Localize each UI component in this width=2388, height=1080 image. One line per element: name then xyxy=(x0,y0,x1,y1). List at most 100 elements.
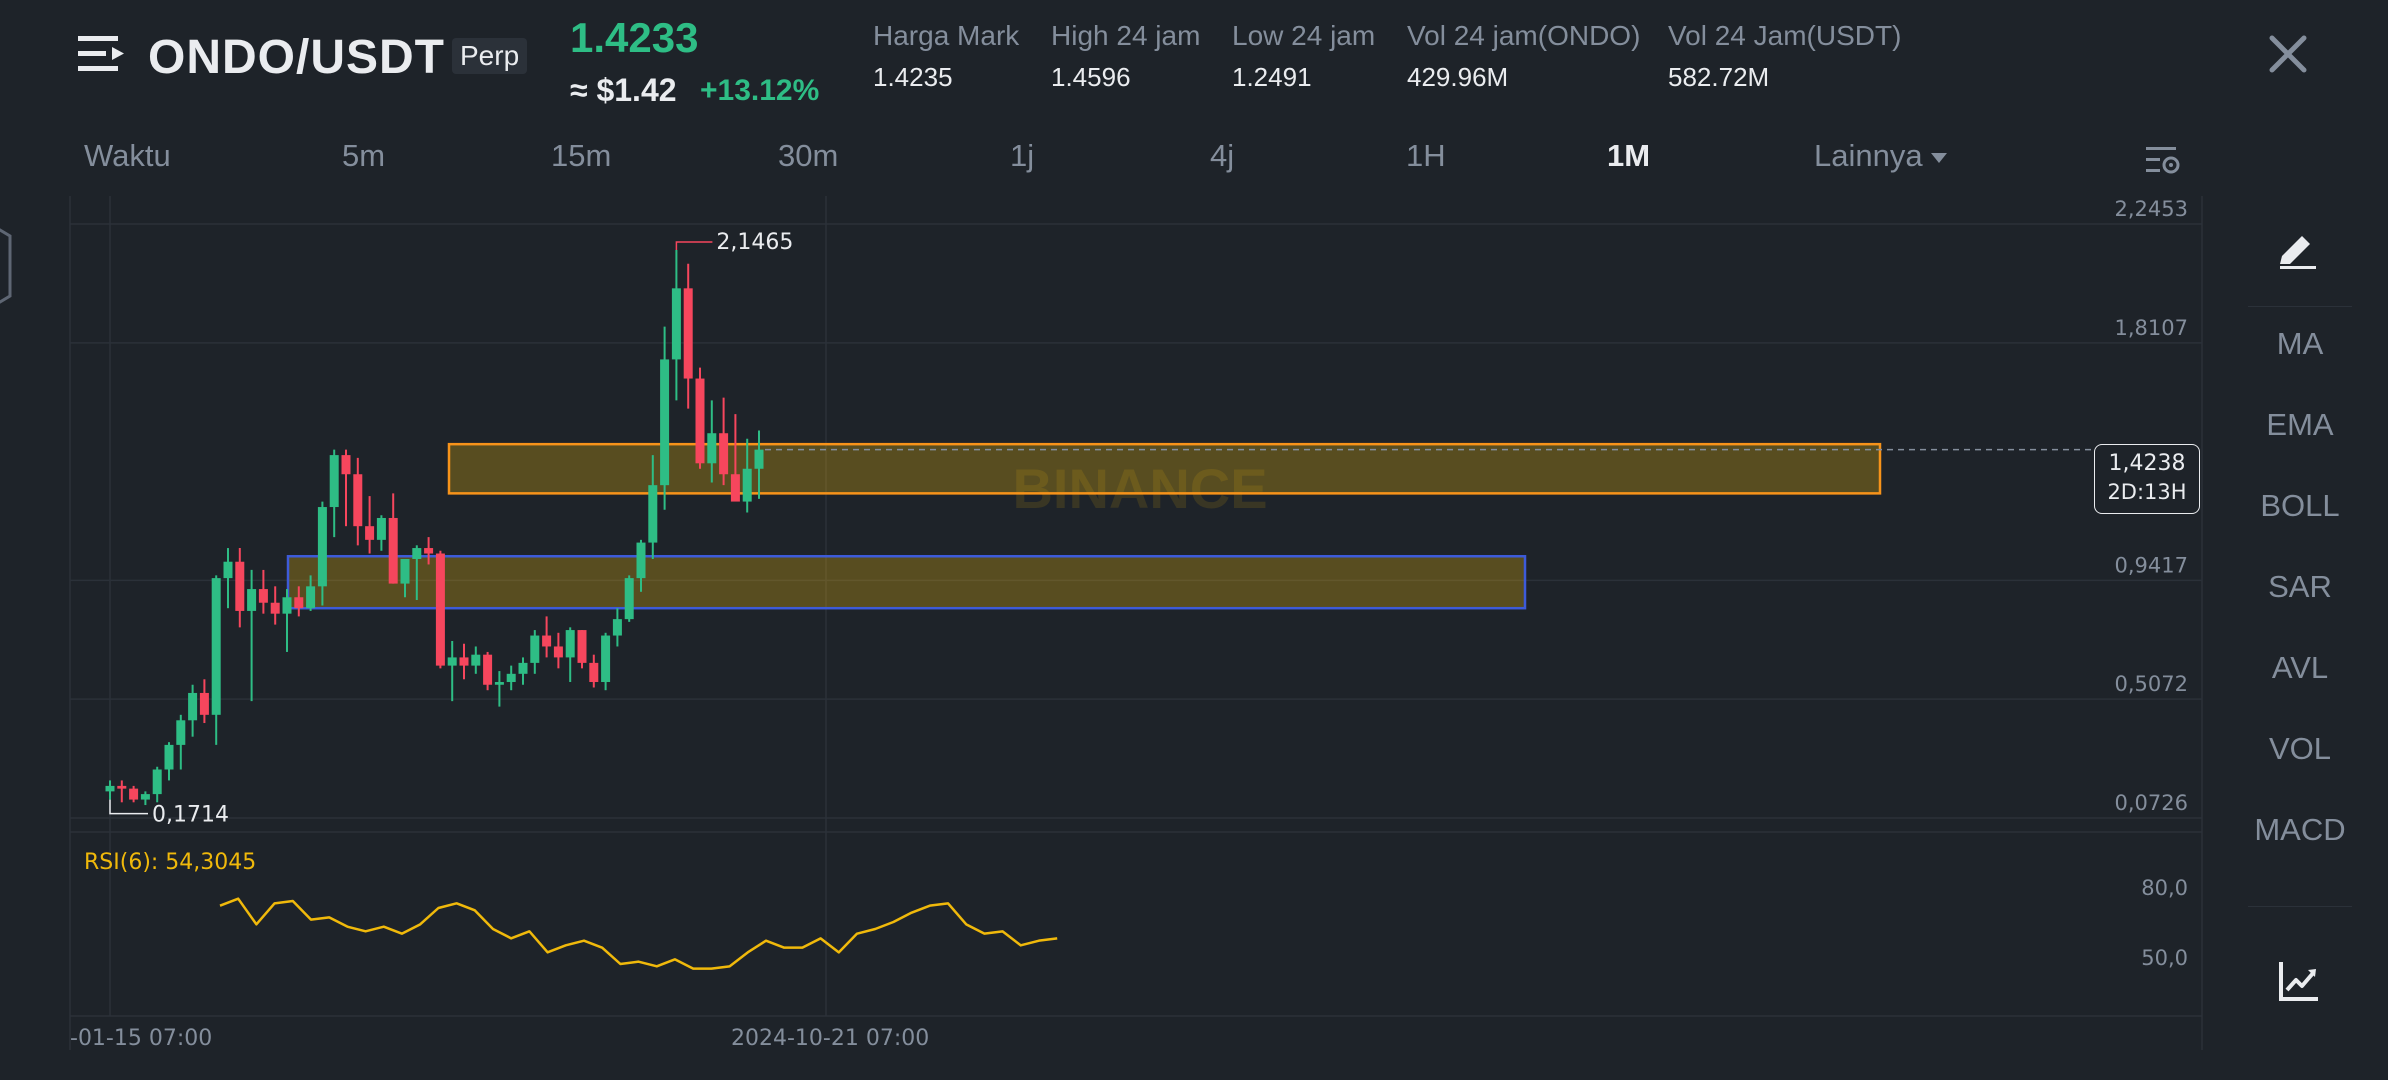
chart-grid xyxy=(69,196,2203,1050)
price-axis-label: 0,0726 xyxy=(2115,791,2188,815)
current-price-value: 1,4238 xyxy=(2108,451,2186,476)
candle-body xyxy=(636,542,646,579)
candle-body xyxy=(376,517,386,540)
rsi-label: RSI(6): 54,3045 xyxy=(84,850,257,875)
rsi-panel: 80,0 50,0 xyxy=(219,876,2188,970)
draw-tool-icon[interactable] xyxy=(2276,226,2320,270)
candle-body xyxy=(660,359,670,486)
candle-body xyxy=(235,561,245,611)
candle-body xyxy=(188,692,198,721)
candle-body xyxy=(707,433,717,464)
candle-body xyxy=(211,578,221,715)
candle-body xyxy=(648,485,658,543)
price-change-percent: +13.12% xyxy=(700,74,820,107)
candle-body xyxy=(223,561,233,579)
low-marker-line xyxy=(109,799,148,815)
indicator-boll[interactable]: BOLL xyxy=(2250,488,2350,524)
stat-value: 582.72M xyxy=(1668,62,1770,92)
candle-body xyxy=(624,578,634,620)
rsi-axis-label: 50,0 xyxy=(2141,946,2188,970)
chevron-down-icon xyxy=(1930,152,1947,163)
tab-1m-month[interactable]: 1M xyxy=(1607,138,1650,174)
indicator-macd[interactable]: MACD xyxy=(2250,812,2350,848)
indicator-sar[interactable]: SAR xyxy=(2250,569,2350,605)
candles-layer xyxy=(105,250,764,806)
candle-body xyxy=(199,692,209,715)
tab-1h[interactable]: 1H xyxy=(1406,138,1446,174)
candle-body xyxy=(105,785,115,792)
price-axis-label: 0,5072 xyxy=(2115,672,2188,696)
price-axis-label: 2,2453 xyxy=(2115,197,2188,221)
usd-price: ≈ $1.42 xyxy=(570,72,677,108)
candle-body xyxy=(353,474,363,527)
tab-more[interactable]: Lainnya xyxy=(1814,138,1947,174)
stat-label: Vol 24 jam(ONDO) xyxy=(1407,20,1641,51)
candle-body xyxy=(400,558,410,584)
candle-body xyxy=(447,657,457,666)
candle-body xyxy=(494,682,504,685)
tab-4j[interactable]: 4j xyxy=(1210,138,1234,174)
current-price-tag: 1,4238 2D:13H xyxy=(2094,444,2200,514)
rsi-line xyxy=(219,897,1058,970)
stat-value: 1.4596 xyxy=(1051,62,1131,92)
high-marker-line xyxy=(675,241,713,251)
candle-body xyxy=(471,654,481,666)
candle-body xyxy=(730,474,740,502)
candle-body xyxy=(294,597,304,609)
tab-1j[interactable]: 1j xyxy=(1010,138,1034,174)
tab-15m[interactable]: 15m xyxy=(551,138,611,174)
tab-waktu[interactable]: Waktu xyxy=(84,138,171,174)
candle-body xyxy=(282,597,292,614)
toolbar-divider xyxy=(2248,906,2352,907)
stat-label: High 24 jam xyxy=(1051,20,1201,51)
interval-bar: Waktu 5m 15m 30m 1j 4j 1H 1M Lainnya xyxy=(0,138,2230,184)
menu-icon[interactable] xyxy=(78,34,124,74)
stat-low-24h: Low 24 jam 1.2491 xyxy=(1232,20,1375,93)
high-marker-label: 2,1465 xyxy=(716,230,793,255)
candle-body xyxy=(424,548,434,554)
candle-body xyxy=(329,455,339,508)
candle-body xyxy=(306,586,316,609)
stat-label: Low 24 jam xyxy=(1232,20,1376,51)
chart-settings-icon[interactable] xyxy=(2146,144,2182,176)
contract-type-badge: Perp xyxy=(452,38,528,74)
tab-5m[interactable]: 5m xyxy=(342,138,385,174)
stat-label: Harga Mark xyxy=(873,20,1020,51)
last-price: 1.4233 xyxy=(570,14,699,61)
candle-body xyxy=(341,455,351,475)
candle-body xyxy=(317,507,327,587)
low-marker: 0,1714 xyxy=(109,799,229,828)
candle-body xyxy=(129,788,139,800)
price-axis-label: 1,8107 xyxy=(2115,316,2188,340)
candle-body xyxy=(117,785,127,789)
candle-body xyxy=(270,602,280,614)
indicator-ema[interactable]: EMA xyxy=(2250,407,2350,443)
high-marker: 2,1465 xyxy=(675,230,793,255)
chart-type-icon[interactable] xyxy=(2278,960,2320,1002)
indicator-vol[interactable]: VOL xyxy=(2250,731,2350,767)
indicator-ma[interactable]: MA xyxy=(2250,326,2350,362)
candle-body xyxy=(530,635,540,663)
tab-more-label: Lainnya xyxy=(1814,138,1923,173)
candle-body xyxy=(506,673,516,683)
candle-body xyxy=(589,662,599,683)
candle-body xyxy=(412,548,422,559)
pair-title[interactable]: ONDO/USDT xyxy=(148,30,445,85)
close-icon[interactable] xyxy=(2266,32,2310,76)
candle-body xyxy=(164,744,174,770)
candle-body xyxy=(719,433,729,475)
zones-layer xyxy=(286,442,1882,610)
candle-body xyxy=(365,526,375,540)
candle-body xyxy=(553,646,563,658)
indicator-avl[interactable]: AVL xyxy=(2250,650,2350,686)
zone-blue xyxy=(286,555,1527,610)
tab-30m[interactable]: 30m xyxy=(778,138,838,174)
candle-body xyxy=(435,553,445,666)
candle-countdown: 2D:13H xyxy=(2107,480,2187,504)
candlestick-chart[interactable]: BINANCE 2,1465 0,1714 2,24531,81070,9417… xyxy=(0,190,2240,1050)
candle-body xyxy=(742,468,752,502)
candle-body xyxy=(612,619,622,636)
candle-body xyxy=(754,449,764,469)
candle-body xyxy=(152,769,162,795)
rsi-axis-label: 80,0 xyxy=(2141,876,2188,900)
